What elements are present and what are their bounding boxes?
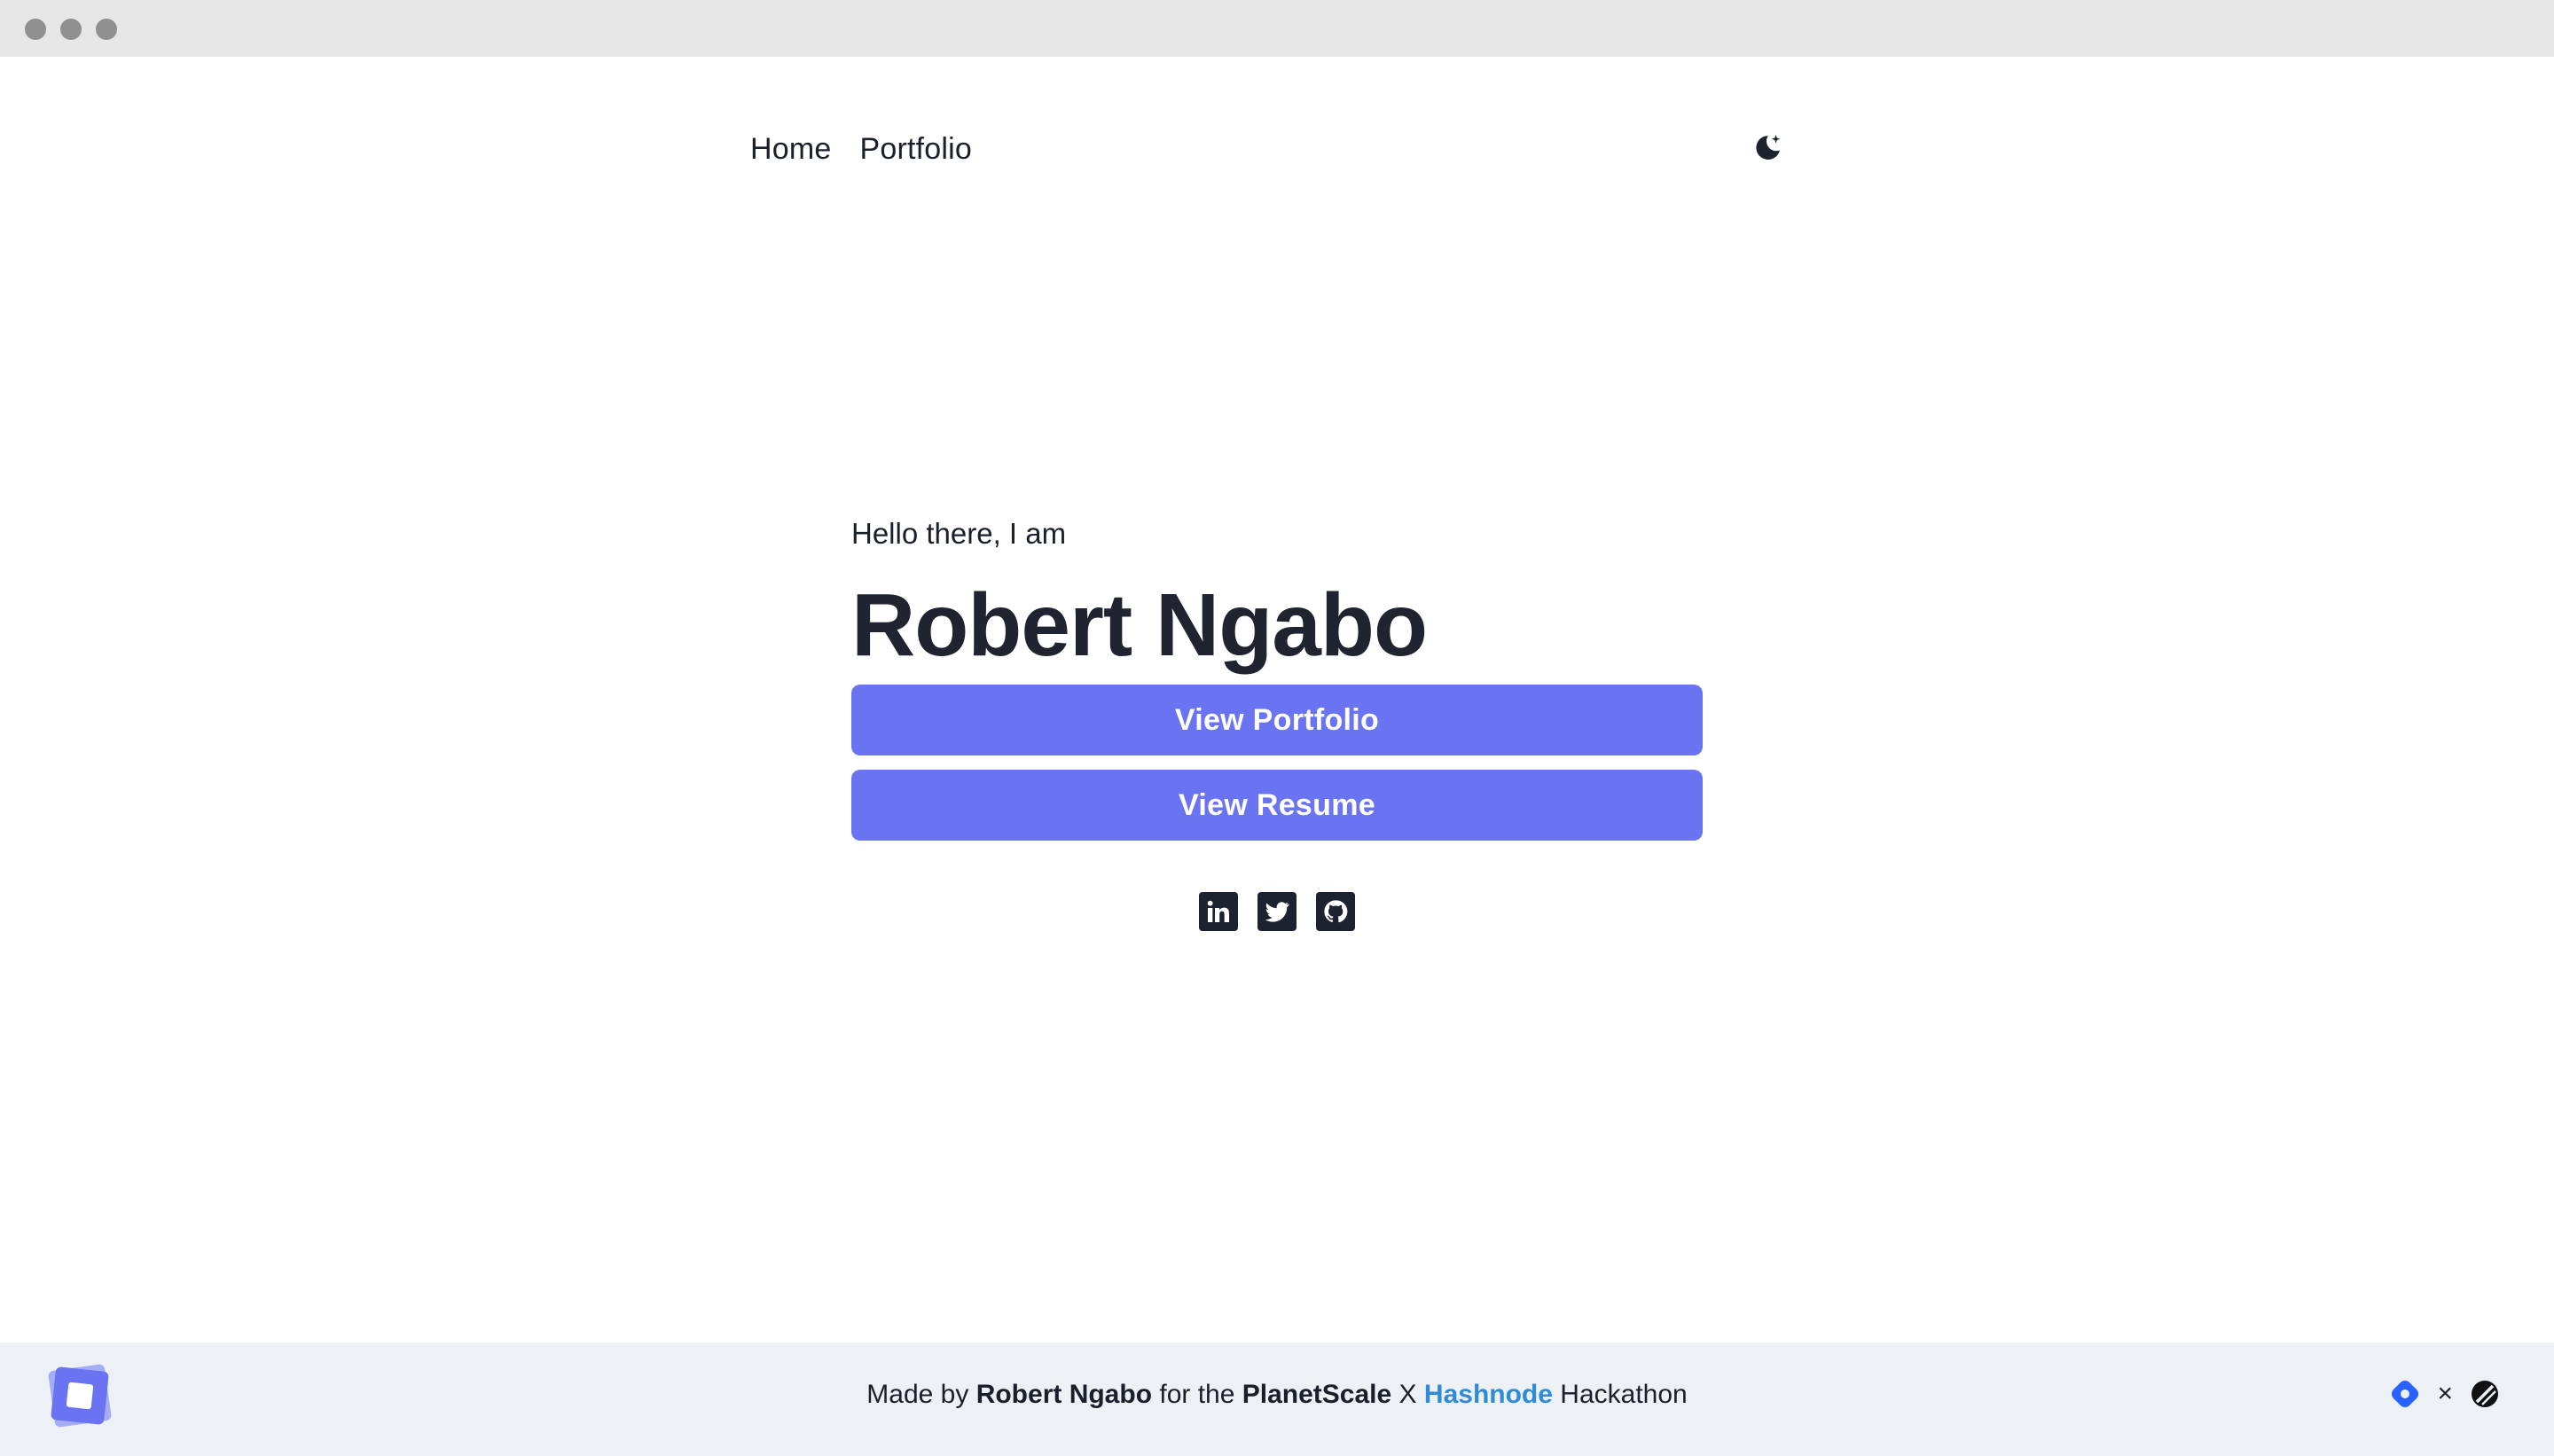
moon-sparkle-icon	[1756, 134, 1781, 160]
nav-portfolio-link[interactable]: Portfolio	[860, 132, 973, 167]
hero-greeting: Hello there, I am	[851, 517, 1067, 550]
footer-made-by: Made by	[866, 1380, 969, 1409]
theme-toggle-button[interactable]	[1749, 129, 1786, 167]
hero-name: Robert Ngabo	[851, 575, 1428, 675]
nav-home-link[interactable]: Home	[750, 132, 832, 167]
footer-x: X	[1398, 1380, 1417, 1409]
linkedin-icon	[1207, 900, 1229, 922]
window-close-dot[interactable]	[25, 19, 46, 40]
planetscale-icon[interactable]	[2469, 1378, 2501, 1410]
window-minimize-dot[interactable]	[60, 19, 82, 40]
view-resume-button[interactable]: View Resume	[851, 770, 1703, 841]
twitter-icon	[1265, 902, 1289, 922]
footer-hashnode-link[interactable]: Hashnode	[1424, 1380, 1553, 1409]
view-portfolio-button[interactable]: View Portfolio	[851, 685, 1703, 755]
browser-chrome	[0, 0, 2554, 57]
footer-planetscale: PlanetScale	[1242, 1380, 1392, 1409]
footer-author: Robert Ngabo	[975, 1380, 1153, 1409]
top-nav: Home Portfolio	[750, 124, 972, 174]
footer-times: ×	[2437, 1379, 2453, 1408]
footer-hackathon: Hackathon	[1560, 1380, 1688, 1409]
social-links	[1199, 892, 1355, 931]
hero-section: Hello there, I am Robert Ngabo View Port…	[851, 513, 1703, 841]
footer-credits: Made by Robert Ngabo for the PlanetScale…	[0, 1380, 2554, 1410]
window-zoom-dot[interactable]	[96, 19, 117, 40]
github-link[interactable]	[1316, 892, 1355, 931]
footer: Made by Robert Ngabo for the PlanetScale…	[0, 1342, 2554, 1456]
github-icon	[1324, 900, 1348, 923]
hashnode-icon[interactable]	[2389, 1378, 2421, 1410]
linkedin-link[interactable]	[1199, 892, 1238, 931]
twitter-link[interactable]	[1257, 892, 1297, 931]
footer-partner-logos: ×	[2389, 1378, 2501, 1410]
footer-for-the: for the	[1159, 1380, 1235, 1409]
